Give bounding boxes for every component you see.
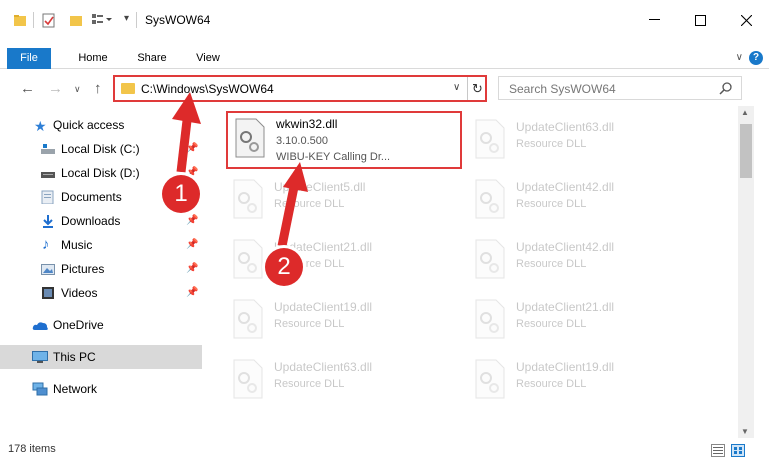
arrow-2-head <box>283 162 308 192</box>
arrow-2 <box>277 181 300 247</box>
arrow-1-head <box>172 92 201 124</box>
step-badge-2: 2 <box>265 248 303 286</box>
file-explorer-window: ▾ SysWOW64 File Home Share View ∨ ? ← → … <box>0 0 769 469</box>
step-badge-1: 1 <box>162 175 200 213</box>
annotation-arrows <box>172 92 308 247</box>
